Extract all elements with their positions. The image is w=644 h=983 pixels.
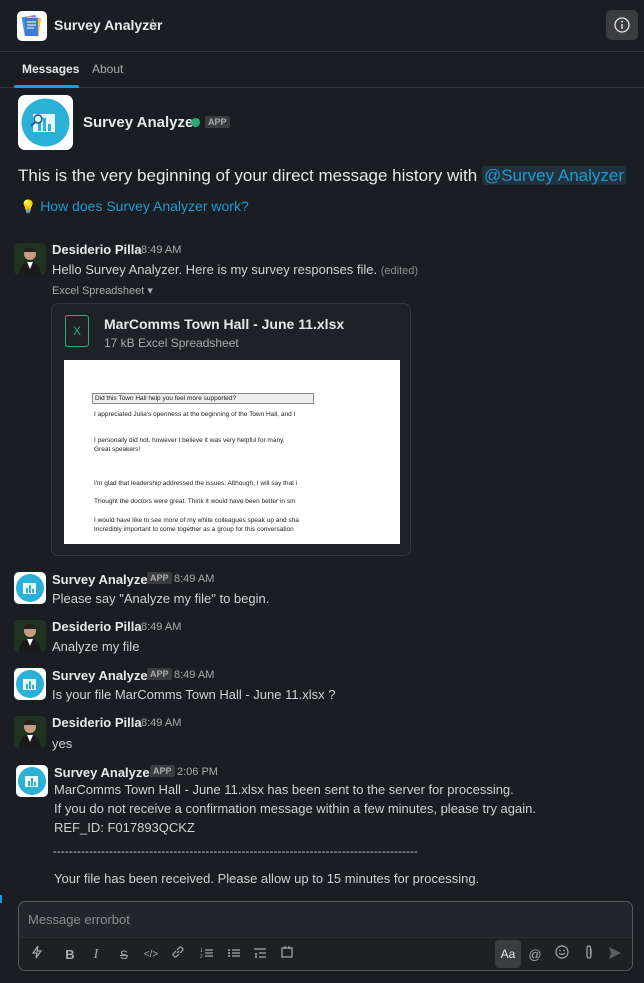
message-author[interactable]: Survey Analyzer bbox=[54, 765, 155, 780]
tab-bar: Messages About bbox=[0, 52, 644, 88]
attachment-label: Excel Spreadsheet bbox=[52, 285, 145, 297]
app-badge: APP bbox=[147, 668, 172, 680]
message-time[interactable]: 8:49 AM bbox=[141, 621, 181, 633]
blockquote-icon[interactable] bbox=[249, 945, 271, 965]
user-avatar[interactable] bbox=[14, 620, 46, 652]
message-author[interactable]: Desiderio Pilla bbox=[52, 715, 142, 730]
preview-row: I'm glad that leadership addressed the i… bbox=[94, 480, 298, 487]
presence-indicator bbox=[191, 118, 200, 127]
emoji-icon[interactable] bbox=[551, 945, 573, 965]
app-icon bbox=[17, 11, 47, 41]
app-badge: APP bbox=[147, 572, 172, 584]
bot-avatar[interactable] bbox=[14, 572, 46, 604]
user-avatar[interactable] bbox=[14, 243, 46, 275]
message-line: If you do not receive a confirmation mes… bbox=[54, 801, 536, 816]
message-body: Is your file MarComms Town Hall - June 1… bbox=[52, 687, 336, 702]
file-name[interactable]: MarComms Town Hall - June 11.xlsx bbox=[104, 316, 344, 332]
bot-avatar-large[interactable] bbox=[18, 95, 73, 150]
shortcuts-icon[interactable] bbox=[26, 945, 48, 965]
bot-avatar[interactable] bbox=[16, 765, 48, 797]
file-preview[interactable]: Did this Town Hall help you feel more su… bbox=[64, 360, 400, 544]
star-icon[interactable]: ☆ bbox=[146, 15, 159, 33]
send-icon[interactable] bbox=[607, 945, 625, 965]
preview-row: Thought the doctors were great. Think it… bbox=[94, 498, 296, 505]
strikethrough-icon[interactable]: S bbox=[113, 945, 135, 965]
bold-icon[interactable]: B bbox=[59, 945, 81, 965]
message-line: REF_ID: F017893QCKZ bbox=[54, 820, 195, 835]
format-toggle-button[interactable]: Aa bbox=[495, 940, 521, 968]
message-text: Hello Survey Analyzer. Here is my survey… bbox=[52, 260, 418, 281]
link-icon[interactable] bbox=[167, 945, 189, 965]
info-icon bbox=[614, 17, 630, 33]
unread-marker bbox=[0, 895, 2, 903]
preview-row: I would have like to see more of my whit… bbox=[94, 517, 299, 524]
bulleted-list-icon[interactable] bbox=[223, 945, 245, 965]
tab-messages[interactable]: Messages bbox=[22, 62, 79, 76]
message-time[interactable]: 2:06 PM bbox=[177, 766, 218, 778]
file-attachment[interactable]: X MarComms Town Hall - June 11.xlsx 17 k… bbox=[51, 303, 411, 556]
intro-text: This is the very beginning of your direc… bbox=[18, 166, 627, 186]
message-time[interactable]: 8:49 AM bbox=[174, 669, 214, 681]
message-body: Please say "Analyze my file" to begin. bbox=[52, 591, 270, 606]
active-tab-indicator bbox=[14, 85, 79, 88]
message-author[interactable]: Survey Analyzer bbox=[52, 572, 153, 587]
intro-prefix: This is the very beginning of your direc… bbox=[18, 166, 482, 185]
howto-link[interactable]: 💡 How does Survey Analyzer work? bbox=[20, 198, 249, 215]
message-line: MarComms Town Hall - June 11.xlsx has be… bbox=[54, 782, 514, 797]
message-author[interactable]: Desiderio Pilla bbox=[52, 242, 142, 257]
message-author[interactable]: Desiderio Pilla bbox=[52, 619, 142, 634]
file-meta: 17 kB Excel Spreadsheet bbox=[104, 336, 239, 350]
mention-icon[interactable]: @ bbox=[524, 945, 546, 965]
message-body: Hello Survey Analyzer. Here is my survey… bbox=[52, 262, 378, 277]
bot-name[interactable]: Survey Analyzer bbox=[83, 114, 199, 131]
message-time[interactable]: 8:49 AM bbox=[174, 573, 214, 585]
edited-label: (edited) bbox=[380, 265, 419, 277]
caret-down-icon: ▾ bbox=[147, 285, 153, 297]
preview-row: I personally did not, however I believe … bbox=[94, 437, 285, 444]
preview-row: Did this Town Hall help you feel more su… bbox=[92, 393, 314, 404]
message-time[interactable]: 8:49 AM bbox=[141, 244, 181, 256]
lightbulb-icon: 💡 bbox=[20, 199, 37, 214]
code-icon[interactable]: </> bbox=[140, 945, 162, 965]
bot-mention[interactable]: @Survey Analyzer bbox=[481, 166, 627, 185]
app-badge: APP bbox=[150, 765, 175, 777]
message-body: Analyze my file bbox=[52, 639, 140, 654]
preview-row: Incredibly important to come together as… bbox=[94, 526, 294, 533]
attachment-toggle[interactable]: Excel Spreadsheet ▾ bbox=[52, 284, 153, 297]
preview-row: I appreciated Julia's openness at the be… bbox=[94, 411, 296, 418]
message-author[interactable]: Survey Analyzer bbox=[52, 668, 153, 683]
italic-icon[interactable]: I bbox=[85, 945, 107, 965]
svg-text:2: 2 bbox=[200, 954, 203, 959]
message-time[interactable]: 8:49 AM bbox=[141, 717, 181, 729]
message-input[interactable]: Message errorbot bbox=[28, 912, 130, 927]
app-badge: APP bbox=[205, 116, 230, 128]
message-composer[interactable]: Message errorbot B I S </> 12 Aa @ bbox=[18, 901, 633, 971]
channel-header: Survey Analyzer ☆ bbox=[0, 0, 644, 52]
separator-line: ----------------------------------------… bbox=[53, 846, 419, 858]
howto-label: How does Survey Analyzer work? bbox=[40, 198, 249, 214]
attach-icon[interactable] bbox=[578, 945, 600, 965]
ordered-list-icon[interactable]: 12 bbox=[196, 945, 218, 965]
tab-about[interactable]: About bbox=[92, 62, 123, 76]
bot-avatar[interactable] bbox=[14, 668, 46, 700]
message-body: yes bbox=[52, 736, 73, 751]
excel-file-icon: X bbox=[65, 315, 89, 347]
user-avatar[interactable] bbox=[14, 716, 46, 748]
composer-toolbar: B I S </> 12 Aa @ bbox=[19, 937, 632, 970]
message-final: Your file has been received. Please allo… bbox=[54, 871, 480, 886]
code-block-icon[interactable] bbox=[276, 945, 298, 965]
info-button[interactable] bbox=[606, 10, 638, 40]
preview-row: Great speakers! bbox=[94, 446, 141, 453]
